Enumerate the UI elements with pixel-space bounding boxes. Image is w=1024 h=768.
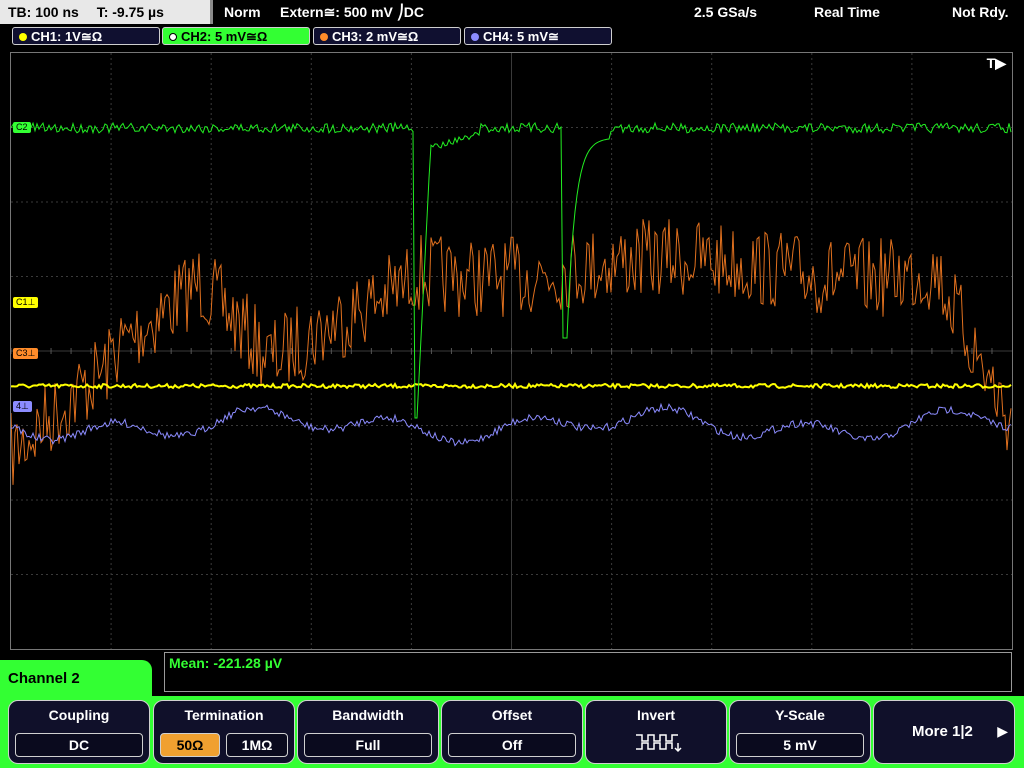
channel-menu-label: Channel 2 xyxy=(0,660,152,700)
tab-ch2[interactable]: CH2: 5 mV≅Ω xyxy=(162,27,310,45)
sample-rate: 2.5 GSa/s xyxy=(694,4,758,20)
ch3-level-marker[interactable]: C3⊥ xyxy=(13,348,39,359)
coupling-title: Coupling xyxy=(48,707,110,723)
ch3-dot-icon xyxy=(320,33,328,41)
invert-title: Invert xyxy=(636,707,676,723)
termination-50ohm-button[interactable]: 50Ω xyxy=(160,733,220,757)
timebase-box[interactable]: TB: 100 ns T: -9.75 µs xyxy=(0,0,213,24)
bandwidth-value[interactable]: Full xyxy=(304,733,432,757)
coupling-softkey[interactable]: Coupling DC xyxy=(8,700,150,764)
trigger-state: Not Rdy. xyxy=(952,4,1009,20)
offset-title: Offset xyxy=(491,707,533,723)
coupling-value[interactable]: DC xyxy=(15,733,143,757)
ch1-level-marker[interactable]: C1⊥ xyxy=(13,297,39,308)
timebase-value: TB: 100 ns xyxy=(8,4,79,20)
mean-measurement: Mean: -221.28 µV xyxy=(169,655,283,671)
status-bar: TB: 100 ns T: -9.75 µs Norm Extern≅: 500… xyxy=(0,0,1024,24)
waveform-svg xyxy=(11,53,1012,649)
invert-waveform-icon xyxy=(636,734,682,753)
tab-ch1[interactable]: CH1: 1V≅Ω xyxy=(12,27,160,45)
measurement-bar: Mean: -221.28 µV xyxy=(164,652,1012,692)
yscale-value[interactable]: 5 mV xyxy=(736,733,864,757)
ch2-level-marker[interactable]: C2 xyxy=(13,122,31,133)
termination-title: Termination xyxy=(184,707,264,723)
ch4-dot-icon xyxy=(471,33,479,41)
trigger-position-marker: T▶ xyxy=(986,55,1006,71)
trigger-mode[interactable]: Norm xyxy=(224,0,261,24)
bandwidth-softkey[interactable]: Bandwidth Full xyxy=(297,700,439,764)
termination-softkey[interactable]: Termination 50Ω 1MΩ xyxy=(153,700,295,764)
waveform-display[interactable]: T▶ C2 C1⊥ C3⊥ 4⊥ xyxy=(10,52,1013,650)
yscale-softkey[interactable]: Y-Scale 5 mV xyxy=(729,700,871,764)
more-arrow-icon: ▶ xyxy=(997,723,1008,739)
acquisition-mode: Real Time xyxy=(814,4,880,20)
ch2-label: CH2: 5 mV≅Ω xyxy=(181,29,268,44)
invert-softkey[interactable]: Invert xyxy=(585,700,727,764)
trigger-source[interactable]: Extern≅: 500 mV ⎠DC xyxy=(280,0,424,24)
ch4-label: CH4: 5 mV≅ xyxy=(483,29,559,44)
ch2-dot-icon xyxy=(169,33,177,41)
trigger-time-value: T: -9.75 µs xyxy=(96,4,164,20)
termination-1mohm-button[interactable]: 1MΩ xyxy=(226,733,288,757)
ch3-label: CH3: 2 mV≅Ω xyxy=(332,29,419,44)
ch1-label: CH1: 1V≅Ω xyxy=(31,29,103,44)
offset-softkey[interactable]: Offset Off xyxy=(441,700,583,764)
offset-value[interactable]: Off xyxy=(448,733,576,757)
more-softkey[interactable]: More 1|2 ▶ xyxy=(873,700,1015,764)
ch4-level-marker[interactable]: 4⊥ xyxy=(13,401,32,412)
more-label: More 1|2 xyxy=(912,723,973,740)
yscale-title: Y-Scale xyxy=(775,707,825,723)
tab-ch3[interactable]: CH3: 2 mV≅Ω xyxy=(313,27,461,45)
tab-ch4[interactable]: CH4: 5 mV≅ xyxy=(464,27,612,45)
ch1-dot-icon xyxy=(19,33,27,41)
bandwidth-title: Bandwidth xyxy=(332,707,404,723)
